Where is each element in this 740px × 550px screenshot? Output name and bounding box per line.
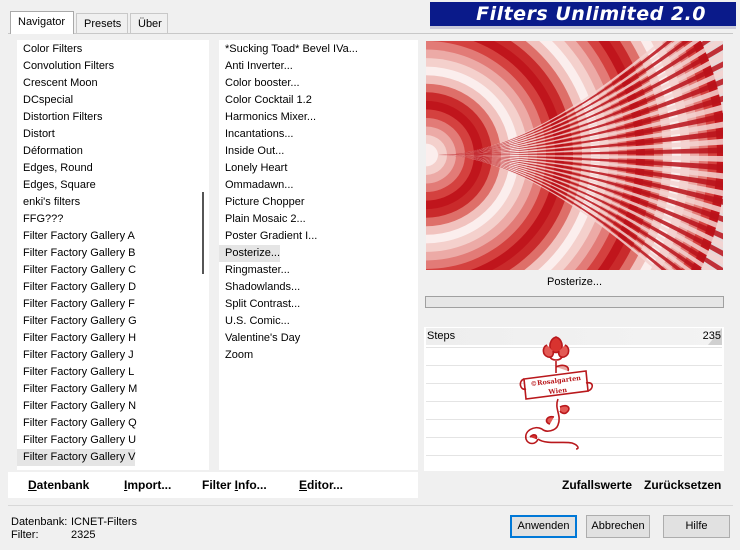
reset-button[interactable]: Zurücksetzen: [644, 478, 721, 492]
category-item[interactable]: DCspecial: [17, 92, 73, 109]
editor-button[interactable]: Editor...: [299, 478, 343, 492]
apply-button[interactable]: Anwenden: [510, 515, 577, 538]
category-item[interactable]: Filter Factory Gallery L: [17, 364, 134, 381]
filter-info-button[interactable]: Filter Info...: [202, 478, 267, 492]
filter-item[interactable]: U.S. Comic...: [219, 313, 290, 330]
category-item[interactable]: Filter Factory Gallery Q: [17, 415, 137, 432]
import-button[interactable]: Import...: [124, 478, 171, 492]
steps-label: Steps: [427, 330, 456, 342]
filter-item[interactable]: Valentine's Day: [219, 330, 300, 347]
watermark-logo: ©Rosalgarten Wien: [519, 336, 594, 450]
category-item[interactable]: Color Filters: [17, 41, 82, 58]
preview-filter-name: Posterize...: [546, 276, 603, 288]
filter-list[interactable]: *Sucking Toad* Bevel IVa... Anti Inverter…: [219, 40, 418, 470]
database-value: ICNET-Filters: [71, 516, 137, 528]
preview-image: [426, 41, 723, 270]
filter-count-label: Filter:: [11, 529, 39, 541]
category-item[interactable]: Filter Factory Gallery A: [17, 228, 135, 245]
category-item[interactable]: FFG???: [17, 211, 63, 228]
filter-item[interactable]: *Sucking Toad* Bevel IVa...: [219, 41, 358, 58]
category-item[interactable]: Distortion Filters: [17, 109, 102, 126]
category-item[interactable]: Filter Factory Gallery B: [17, 245, 135, 262]
filter-item[interactable]: Ommadawn...: [219, 177, 293, 194]
category-item[interactable]: enki's filters: [17, 194, 80, 211]
filter-item[interactable]: Color booster...: [219, 75, 300, 92]
footer-divider: [8, 505, 733, 506]
category-item[interactable]: Filter Factory Gallery G: [17, 313, 137, 330]
category-item[interactable]: Edges, Square: [17, 177, 96, 194]
category-item[interactable]: Filter Factory Gallery V: [17, 449, 136, 466]
parameter-panel: Steps 235 ©Rosalgarten Wien: [424, 327, 724, 471]
category-item[interactable]: Filter Factory Gallery M: [17, 381, 137, 398]
app-title: Filters Unlimited 2.0: [476, 3, 706, 25]
filter-item[interactable]: Lonely Heart: [219, 160, 287, 177]
category-list[interactable]: Color Filters Convolution Filters Crescent…: [17, 40, 197, 470]
param-row-divider: [426, 455, 722, 456]
filter-item[interactable]: Plain Mosaic 2...: [219, 211, 306, 228]
category-item[interactable]: Crescent Moon: [17, 75, 98, 92]
filter-item[interactable]: Incantations...: [219, 126, 294, 143]
random-values-button[interactable]: Zufallswerte: [562, 478, 632, 492]
filter-item[interactable]: Color Cocktail 1.2: [219, 92, 312, 109]
category-item[interactable]: Filter Factory Gallery D: [17, 279, 136, 296]
filter-item[interactable]: Poster Gradient I...: [219, 228, 317, 245]
help-button[interactable]: Hilfe: [663, 515, 730, 538]
filter-item[interactable]: Inside Out...: [219, 143, 284, 160]
cancel-button[interactable]: Abbrechen: [586, 515, 650, 538]
tab-presets[interactable]: Presets: [76, 13, 128, 33]
category-scrollbar[interactable]: [197, 40, 209, 470]
category-scroll-thumb[interactable]: [202, 192, 204, 274]
steps-value: 235: [702, 330, 721, 342]
title-banner: Filters Unlimited 2.0: [430, 2, 736, 29]
category-item[interactable]: Filter Factory Gallery U: [17, 432, 136, 449]
filter-item[interactable]: Ringmaster...: [219, 262, 290, 279]
progress-bar: [425, 296, 724, 308]
category-item[interactable]: Filter Factory Gallery N: [17, 398, 136, 415]
category-item[interactable]: Edges, Round: [17, 160, 93, 177]
filter-item[interactable]: Harmonics Mixer...: [219, 109, 316, 126]
category-item[interactable]: Convolution Filters: [17, 58, 114, 75]
filter-item[interactable]: Picture Chopper: [219, 194, 305, 211]
database-button[interactable]: Datenbank: [28, 478, 89, 492]
filter-item[interactable]: Anti Inverter...: [219, 58, 293, 75]
filter-item[interactable]: Shadowlands...: [219, 279, 300, 296]
database-label: Datenbank:: [11, 516, 68, 528]
category-item[interactable]: Distort: [17, 126, 55, 143]
filter-item[interactable]: Split Contrast...: [219, 296, 300, 313]
filter-count-value: 2325: [71, 529, 96, 541]
filter-item[interactable]: Posterize...: [219, 245, 281, 262]
filter-item[interactable]: Zoom: [219, 347, 253, 364]
category-item[interactable]: Filter Factory Gallery H: [17, 330, 136, 347]
category-item[interactable]: Filter Factory Gallery J: [17, 347, 134, 364]
tab-uber[interactable]: Über: [130, 13, 168, 33]
category-item[interactable]: Filter Factory Gallery C: [17, 262, 136, 279]
tab-navigator[interactable]: Navigator: [10, 11, 74, 34]
tab-divider: [8, 33, 733, 34]
category-item[interactable]: Filter Factory Gallery F: [17, 296, 135, 313]
category-item[interactable]: Déformation: [17, 143, 83, 160]
